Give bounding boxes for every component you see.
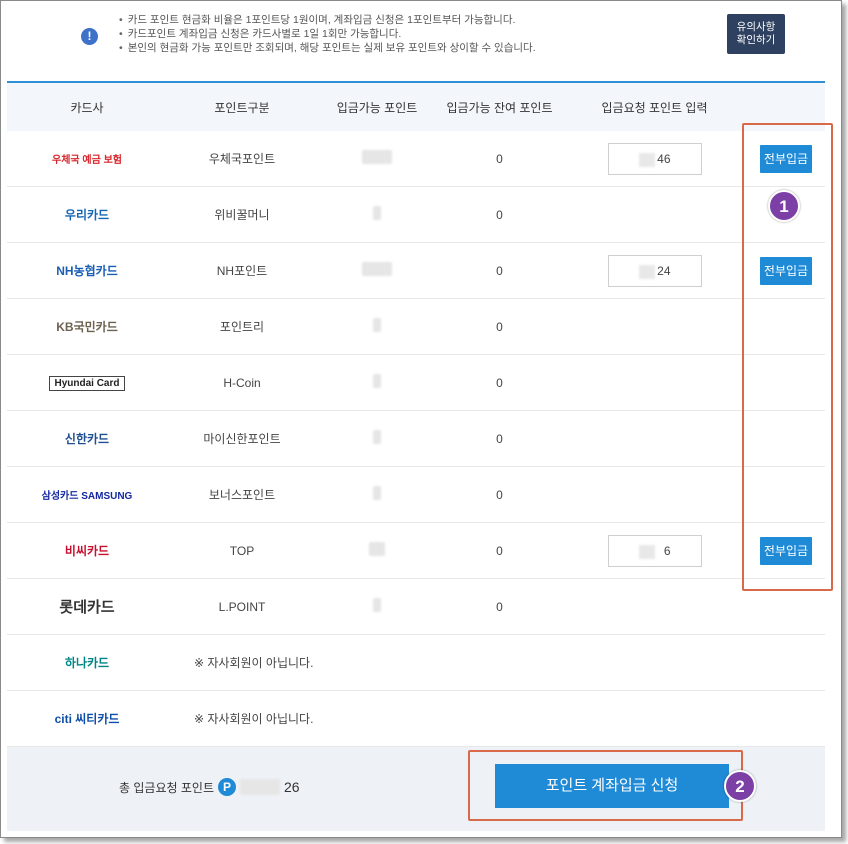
highlight-submit [468,750,743,821]
point-type: 보너스포인트 [208,488,276,502]
card-logo: 우리카드 [64,208,110,222]
request-point-input[interactable]: 46 [607,142,702,175]
masked-value [373,374,381,388]
input-value: 6 [663,543,671,558]
step-2-marker: 2 [724,770,756,802]
table-row: 비씨카드 TOP 0 6 전부입금 [7,523,825,579]
notice-confirm-button[interactable]: 유의사항 확인하기 [727,14,785,54]
points-table: 카드사 포인트구분 입금가능 포인트 입금가능 잔여 포인트 입금요청 포인트 … [7,83,825,747]
total-label: 총 입금요청 포인트 [119,780,214,795]
remaining-points: 0 [496,487,503,502]
exclamation-icon: ! [81,28,98,45]
table-row: 우리카드 위비꿀머니 0 [7,187,825,243]
card-logo: citi 씨티카드 [54,712,120,726]
remaining-points: 0 [496,431,503,446]
table-row: 하나카드 ※ 자사회원이 아닙니다. [7,635,825,691]
header-point-type: 포인트구분 [214,100,270,115]
non-member-notice: ※ 자사회원이 아닙니다. [194,712,314,726]
table-row: 신한카드 마이신한포인트 0 [7,411,825,467]
notice-button-line1: 유의사항 [736,21,776,33]
remaining-points: 0 [496,151,503,166]
request-point-input[interactable]: 24 [607,254,702,287]
table-row: 삼성카드 SAMSUNG 보너스포인트 0 [7,467,825,523]
masked-value [240,779,280,795]
points-window: ! 카드 포인트 현금화 비율은 1포인트당 1원이며, 계좌입금 신청은 1포… [0,0,842,838]
notice-box: ! 카드 포인트 현금화 비율은 1포인트당 1원이며, 계좌입금 신청은 1포… [7,1,825,81]
table-row: citi 씨티카드 ※ 자사회원이 아닙니다. [7,691,825,747]
table-row: 롯데카드 L.POINT 0 [7,579,825,635]
notice-button-line2: 확인하기 [736,34,776,46]
table-row: Hyundai Card H-Coin 0 [7,355,825,411]
masked-value [373,430,381,444]
notice-line: 카드 포인트 현금화 비율은 1포인트당 1원이며, 계좌입금 신청은 1포인트… [119,13,536,27]
notice-lines: 카드 포인트 현금화 비율은 1포인트당 1원이며, 계좌입금 신청은 1포인트… [119,13,536,55]
card-logo: 신한카드 [64,432,110,446]
remaining-points: 0 [496,375,503,390]
point-type: TOP [229,543,255,558]
remaining-points: 0 [496,599,503,614]
point-badge-icon: P [218,778,236,796]
card-logo: 우체국 예금 보험 [52,155,122,166]
card-logo: NH농협카드 [56,264,118,278]
card-logo: 삼성카드 SAMSUNG [41,491,133,502]
point-type: 우체국포인트 [208,152,276,166]
remaining-points: 0 [496,263,503,278]
card-logo: 롯데카드 [59,599,115,616]
request-point-input[interactable]: 6 [607,534,702,567]
card-logo: Hyundai Card [49,375,125,391]
remaining-points: 0 [496,319,503,334]
total-request: 총 입금요청 포인트 P 26 [119,778,300,796]
masked-value [362,150,392,164]
point-type: 포인트리 [219,320,265,334]
notice-line: 본인의 현금화 가능 포인트만 조회되며, 해당 포인트는 실제 보유 포인트와… [119,41,536,55]
step-1-marker: 1 [768,190,800,222]
input-value: 24 [657,263,671,278]
header-available: 입금가능 포인트 [336,100,418,115]
table-row: KB국민카드 포인트리 0 [7,299,825,355]
masked-value [373,206,381,220]
input-value: 46 [657,151,671,166]
non-member-notice: ※ 자사회원이 아닙니다. [194,656,314,670]
point-type: H-Coin [223,375,261,390]
point-type: 마이신한포인트 [203,432,281,446]
masked-value [373,486,381,500]
point-type: L.POINT [218,599,266,614]
remaining-points: 0 [496,207,503,222]
masked-value [373,318,381,332]
masked-value [369,542,385,556]
card-logo: 하나카드 [64,656,110,670]
remaining-points: 0 [496,543,503,558]
header-request: 입금요청 포인트 입력 [601,100,708,115]
table-header: 카드사 포인트구분 입금가능 포인트 입금가능 잔여 포인트 입금요청 포인트 … [7,83,825,131]
table-row: 우체국 예금 보험 우체국포인트 0 46 전부입금 [7,131,825,187]
card-logo: KB국민카드 [56,320,118,334]
point-type: 위비꿀머니 [214,208,270,222]
card-logo: 비씨카드 [64,544,110,558]
table-row: NH농협카드 NH포인트 0 24 전부입금 [7,243,825,299]
total-value: 26 [284,779,300,795]
header-card: 카드사 [70,100,104,115]
masked-value [362,262,392,276]
masked-value [373,598,381,612]
point-type: NH포인트 [216,264,268,278]
header-remaining: 입금가능 잔여 포인트 [446,100,553,115]
notice-line: 카드포인트 계좌입금 신청은 카드사별로 1일 1회만 가능합니다. [119,27,536,41]
